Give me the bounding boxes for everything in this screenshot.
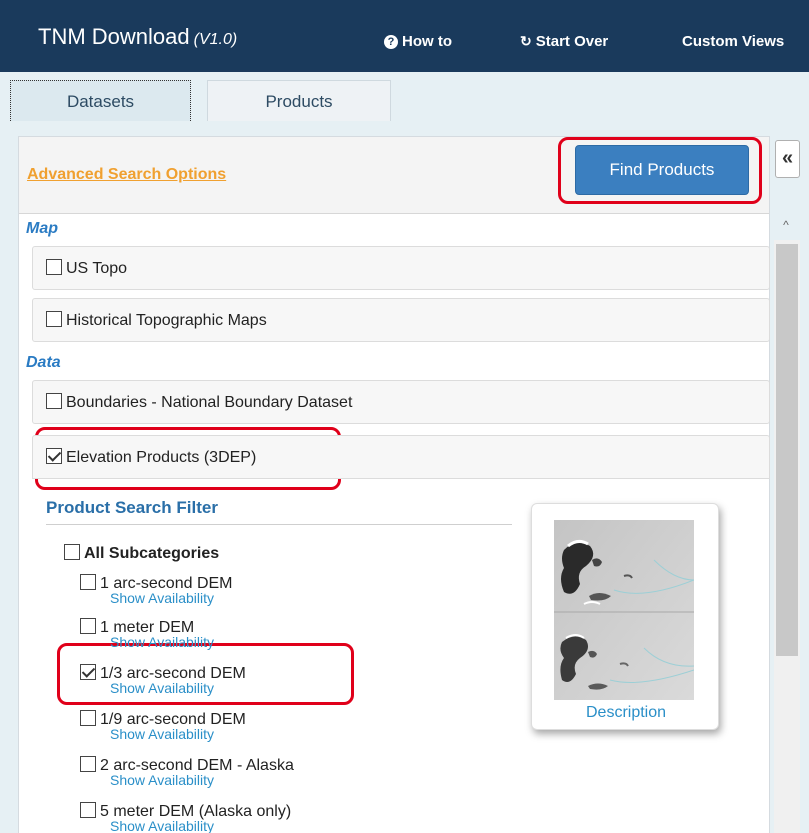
boundaries-label: Boundaries - National Boundary Dataset (66, 394, 353, 411)
subcategory-item: 1 meter DEM Show Availability (80, 618, 214, 650)
collapse-panel-button[interactable]: « (775, 140, 800, 178)
subcategory-checkbox[interactable] (80, 618, 96, 634)
app-version: (V1.0) (193, 31, 238, 48)
all-subcategories-checkbox[interactable] (64, 544, 80, 560)
subcategory-item: 1/3 arc-second DEM Show Availability (80, 664, 246, 696)
elevation-products-label: Elevation Products (3DEP) (66, 449, 257, 466)
show-availability-link[interactable]: Show Availability (110, 635, 214, 650)
question-circle-icon: ? (384, 35, 398, 49)
historical-topo-label: Historical Topographic Maps (66, 312, 267, 329)
subcategory-item: 1 arc-second DEM Show Availability (80, 574, 233, 606)
show-availability-link[interactable]: Show Availability (110, 681, 246, 696)
description-link[interactable]: Description (532, 704, 720, 722)
us-topo-checkbox[interactable] (46, 259, 62, 275)
product-thumbnail-card: Description (531, 503, 719, 730)
subcategory-item: 5 meter DEM (Alaska only) Show Availabil… (80, 802, 291, 833)
data-section-label: Data (26, 354, 61, 371)
subcategory-item: 1/9 arc-second DEM Show Availability (80, 710, 246, 742)
scrollbar-thumb[interactable] (776, 244, 798, 656)
app-title: TNM Download (V1.0) (38, 24, 237, 50)
subcategory-checkbox[interactable] (80, 802, 96, 818)
category-elevation-products[interactable]: Elevation Products (3DEP) (32, 435, 770, 479)
show-availability-link[interactable]: Show Availability (110, 591, 233, 606)
how-to-label: How to (402, 33, 452, 50)
subcategory-checkbox[interactable] (80, 756, 96, 772)
how-to-link[interactable]: ? How to (384, 33, 452, 50)
show-availability-link[interactable]: Show Availability (110, 773, 294, 788)
all-subcategories-option[interactable]: All Subcategories (64, 544, 219, 563)
start-over-link[interactable]: ↻ Start Over (520, 33, 608, 50)
find-products-button[interactable]: Find Products (575, 145, 749, 195)
subcategory-checkbox[interactable] (80, 574, 96, 590)
panel-header: Advanced Search Options Find Products (19, 137, 769, 214)
category-historical-topo[interactable]: Historical Topographic Maps (32, 298, 770, 342)
category-boundaries[interactable]: Boundaries - National Boundary Dataset (32, 380, 770, 424)
map-section-label: Map (26, 220, 58, 237)
all-subcategories-label: All Subcategories (84, 545, 220, 562)
tab-datasets[interactable]: Datasets (10, 80, 191, 121)
tab-bar: Datasets Products (0, 72, 809, 121)
show-availability-link[interactable]: Show Availability (110, 819, 291, 833)
app-header: TNM Download (V1.0) ? How to ↻ Start Over C… (0, 0, 809, 72)
boundaries-checkbox[interactable] (46, 393, 62, 409)
start-over-label: Start Over (535, 33, 609, 50)
subcategory-checkbox[interactable] (80, 710, 96, 726)
us-topo-label: US Topo (66, 260, 128, 277)
historical-topo-checkbox[interactable] (46, 311, 62, 327)
advanced-search-options-link[interactable]: Advanced Search Options (27, 166, 226, 184)
elevation-products-checkbox[interactable] (46, 448, 62, 464)
tab-products[interactable]: Products (207, 80, 391, 121)
custom-views-label: Custom Views (682, 33, 785, 50)
subcategory-checkbox[interactable] (80, 664, 96, 680)
refresh-icon: ↻ (520, 33, 532, 49)
filter-divider (46, 524, 512, 525)
scroll-up-arrow-icon[interactable]: ^ (774, 218, 798, 238)
subcategory-item: 2 arc-second DEM - Alaska Show Availabil… (80, 756, 294, 788)
show-availability-link[interactable]: Show Availability (110, 727, 246, 742)
elevation-preview-image (554, 520, 694, 700)
custom-views-link[interactable]: Custom Views (682, 33, 784, 50)
app-title-text: TNM Download (38, 24, 190, 49)
product-search-filter-title: Product Search Filter (46, 498, 218, 517)
category-us-topo[interactable]: US Topo (32, 246, 770, 290)
